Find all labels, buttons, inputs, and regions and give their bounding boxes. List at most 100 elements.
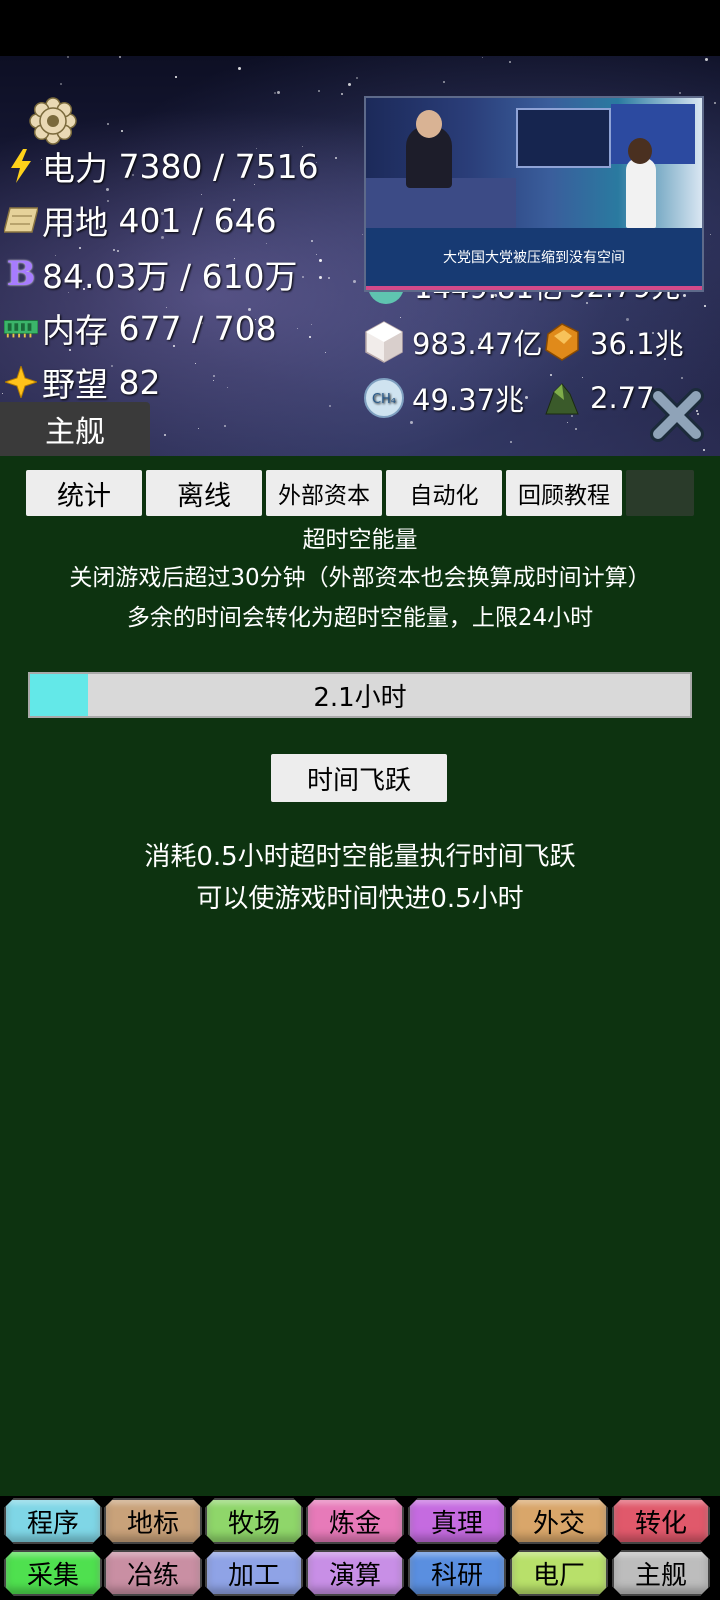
tab-empty-slot <box>626 470 694 516</box>
star-dot <box>78 247 81 250</box>
star-icon <box>4 365 38 399</box>
star-dot <box>301 276 304 279</box>
star-dot <box>481 57 483 59</box>
lightning-icon <box>4 149 38 183</box>
time-jump-desc-line1: 消耗0.5小时超时空能量执行时间飞跃 <box>144 842 576 872</box>
resource-crystal: 983.47亿 <box>362 320 542 364</box>
nav-program[interactable]: 程序 <box>4 1498 102 1544</box>
resource-ore: 2.77 <box>540 376 655 420</box>
panel-tabs: 统计 离线 外部资本 自动化 回顾教程 <box>26 470 694 516</box>
star-dot <box>2 392 4 394</box>
star-dot <box>319 258 323 262</box>
close-icon[interactable] <box>648 386 706 444</box>
tab-external-capital[interactable]: 外部资本 <box>266 470 382 516</box>
nav-diplomacy[interactable]: 外交 <box>510 1498 608 1544</box>
resource-power: 电力 7380 / 7516 <box>4 144 319 188</box>
star-dot <box>704 305 707 308</box>
offline-info-line2: 多余的时间会转化为超时空能量，上限24小时 <box>126 605 594 631</box>
star-dot <box>713 101 716 104</box>
star-dot <box>328 277 331 280</box>
nav-smelting[interactable]: 冶练 <box>104 1550 202 1596</box>
nav-gather[interactable]: 采集 <box>4 1550 102 1596</box>
star-dot <box>509 61 512 64</box>
nav-computation[interactable]: 演算 <box>306 1550 404 1596</box>
star-dot <box>328 404 331 407</box>
ambition-value: 82 <box>118 362 161 402</box>
star-dot <box>67 56 70 59</box>
star-dot <box>308 336 311 339</box>
nav-landmark[interactable]: 地标 <box>104 1498 202 1544</box>
star-dot <box>524 396 528 400</box>
star-dot <box>175 76 178 79</box>
star-dot <box>120 130 123 133</box>
nav-ranch[interactable]: 牧场 <box>205 1498 303 1544</box>
ore-value: 2.77 <box>590 381 655 415</box>
methane-value: 49.37兆 <box>412 383 525 417</box>
star-dot <box>361 233 363 235</box>
crystal-value: 983.47亿 <box>412 327 543 361</box>
nav-research[interactable]: 科研 <box>408 1550 506 1596</box>
amber-value: 36.1兆 <box>590 327 684 361</box>
star-dot <box>238 67 242 70</box>
offline-panel: 统计 离线 外部资本 自动化 回顾教程 超时空能量 关闭游戏后超过30分钟（外部… <box>0 456 720 1496</box>
nav-conversion[interactable]: 转化 <box>612 1498 710 1544</box>
video-person-head-shape <box>416 110 442 138</box>
star-dot <box>226 387 228 389</box>
b-coin-icon: B <box>6 254 36 294</box>
nav-power-plant[interactable]: 电厂 <box>510 1550 608 1596</box>
star-dot <box>213 374 215 377</box>
star-dot <box>315 254 317 256</box>
star-dot <box>273 92 276 95</box>
land-value: 401 / 646 <box>118 200 277 240</box>
star-dot <box>410 421 414 425</box>
star-dot <box>319 275 323 279</box>
nav-mainship[interactable]: 主舰 <box>612 1550 710 1596</box>
video-person-shape <box>626 158 656 228</box>
ore-rock-icon <box>545 383 579 415</box>
tab-review-tutorial[interactable]: 回顾教程 <box>506 470 622 516</box>
amber-gem-icon <box>545 323 579 361</box>
nav-truth[interactable]: 真理 <box>408 1498 506 1544</box>
star-dot <box>399 316 401 318</box>
tab-offline[interactable]: 离线 <box>146 470 262 516</box>
star-dot <box>200 194 202 195</box>
resource-header: 电力 7380 / 7516 用地 401 / 646 B 84.03万 / 6… <box>0 56 720 456</box>
star-dot <box>510 440 513 443</box>
resource-ambition: 野望 82 <box>4 360 161 404</box>
svg-text:CH₄: CH₄ <box>372 392 396 407</box>
video-subtitle: 大党国大党被压缩到没有空间 <box>366 228 702 290</box>
nav-alchemy[interactable]: 炼金 <box>306 1498 404 1544</box>
floating-video-overlay[interactable]: 大党国大党被压缩到没有空间 <box>364 96 704 292</box>
settings-gear-icon[interactable] <box>28 96 78 146</box>
resource-amber: 36.1兆 <box>540 320 684 364</box>
bottom-navigation: 程序 地标 牧场 炼金 真理 外交 转化 采集 冶练 加工 演算 科研 电厂 主… <box>0 1496 720 1600</box>
time-jump-desc-line2: 可以使游戏时间快进0.5小时 <box>196 884 524 914</box>
energy-progress-bar: 2.1小时 <box>28 672 692 718</box>
power-value: 7380 / 7516 <box>118 146 319 186</box>
energy-progress-label: 2.1小时 <box>313 682 407 713</box>
star-dot <box>334 156 337 159</box>
tab-automation[interactable]: 自动化 <box>386 470 502 516</box>
video-screen-shape <box>611 104 695 164</box>
star-dot <box>575 428 578 431</box>
resource-methane: CH₄ 49.37兆 <box>362 376 524 420</box>
power-label: 电力 <box>42 149 108 188</box>
nav-processing[interactable]: 加工 <box>205 1550 303 1596</box>
memory-value: 677 / 708 <box>118 308 277 348</box>
mainship-panel-tab[interactable]: 主舰 <box>0 402 150 456</box>
star-dot <box>265 242 267 244</box>
star-dot <box>310 240 313 243</box>
tab-statistics[interactable]: 统计 <box>26 470 142 516</box>
star-dot <box>347 82 351 86</box>
ambition-label: 野望 <box>42 365 108 404</box>
offline-info-line1: 关闭游戏后超过30分钟（外部资本也会换算成时间计算） <box>69 565 651 591</box>
time-jump-button[interactable]: 时间飞跃 <box>271 754 447 802</box>
star-dot <box>311 324 313 326</box>
video-person-head-shape <box>628 138 652 164</box>
star-dot <box>443 81 446 84</box>
offline-title: 超时空能量 <box>302 527 418 553</box>
memory-chip-icon <box>4 311 38 345</box>
resource-land: 用地 401 / 646 <box>4 198 277 242</box>
star-dot <box>317 90 320 93</box>
star-dot <box>566 421 568 423</box>
